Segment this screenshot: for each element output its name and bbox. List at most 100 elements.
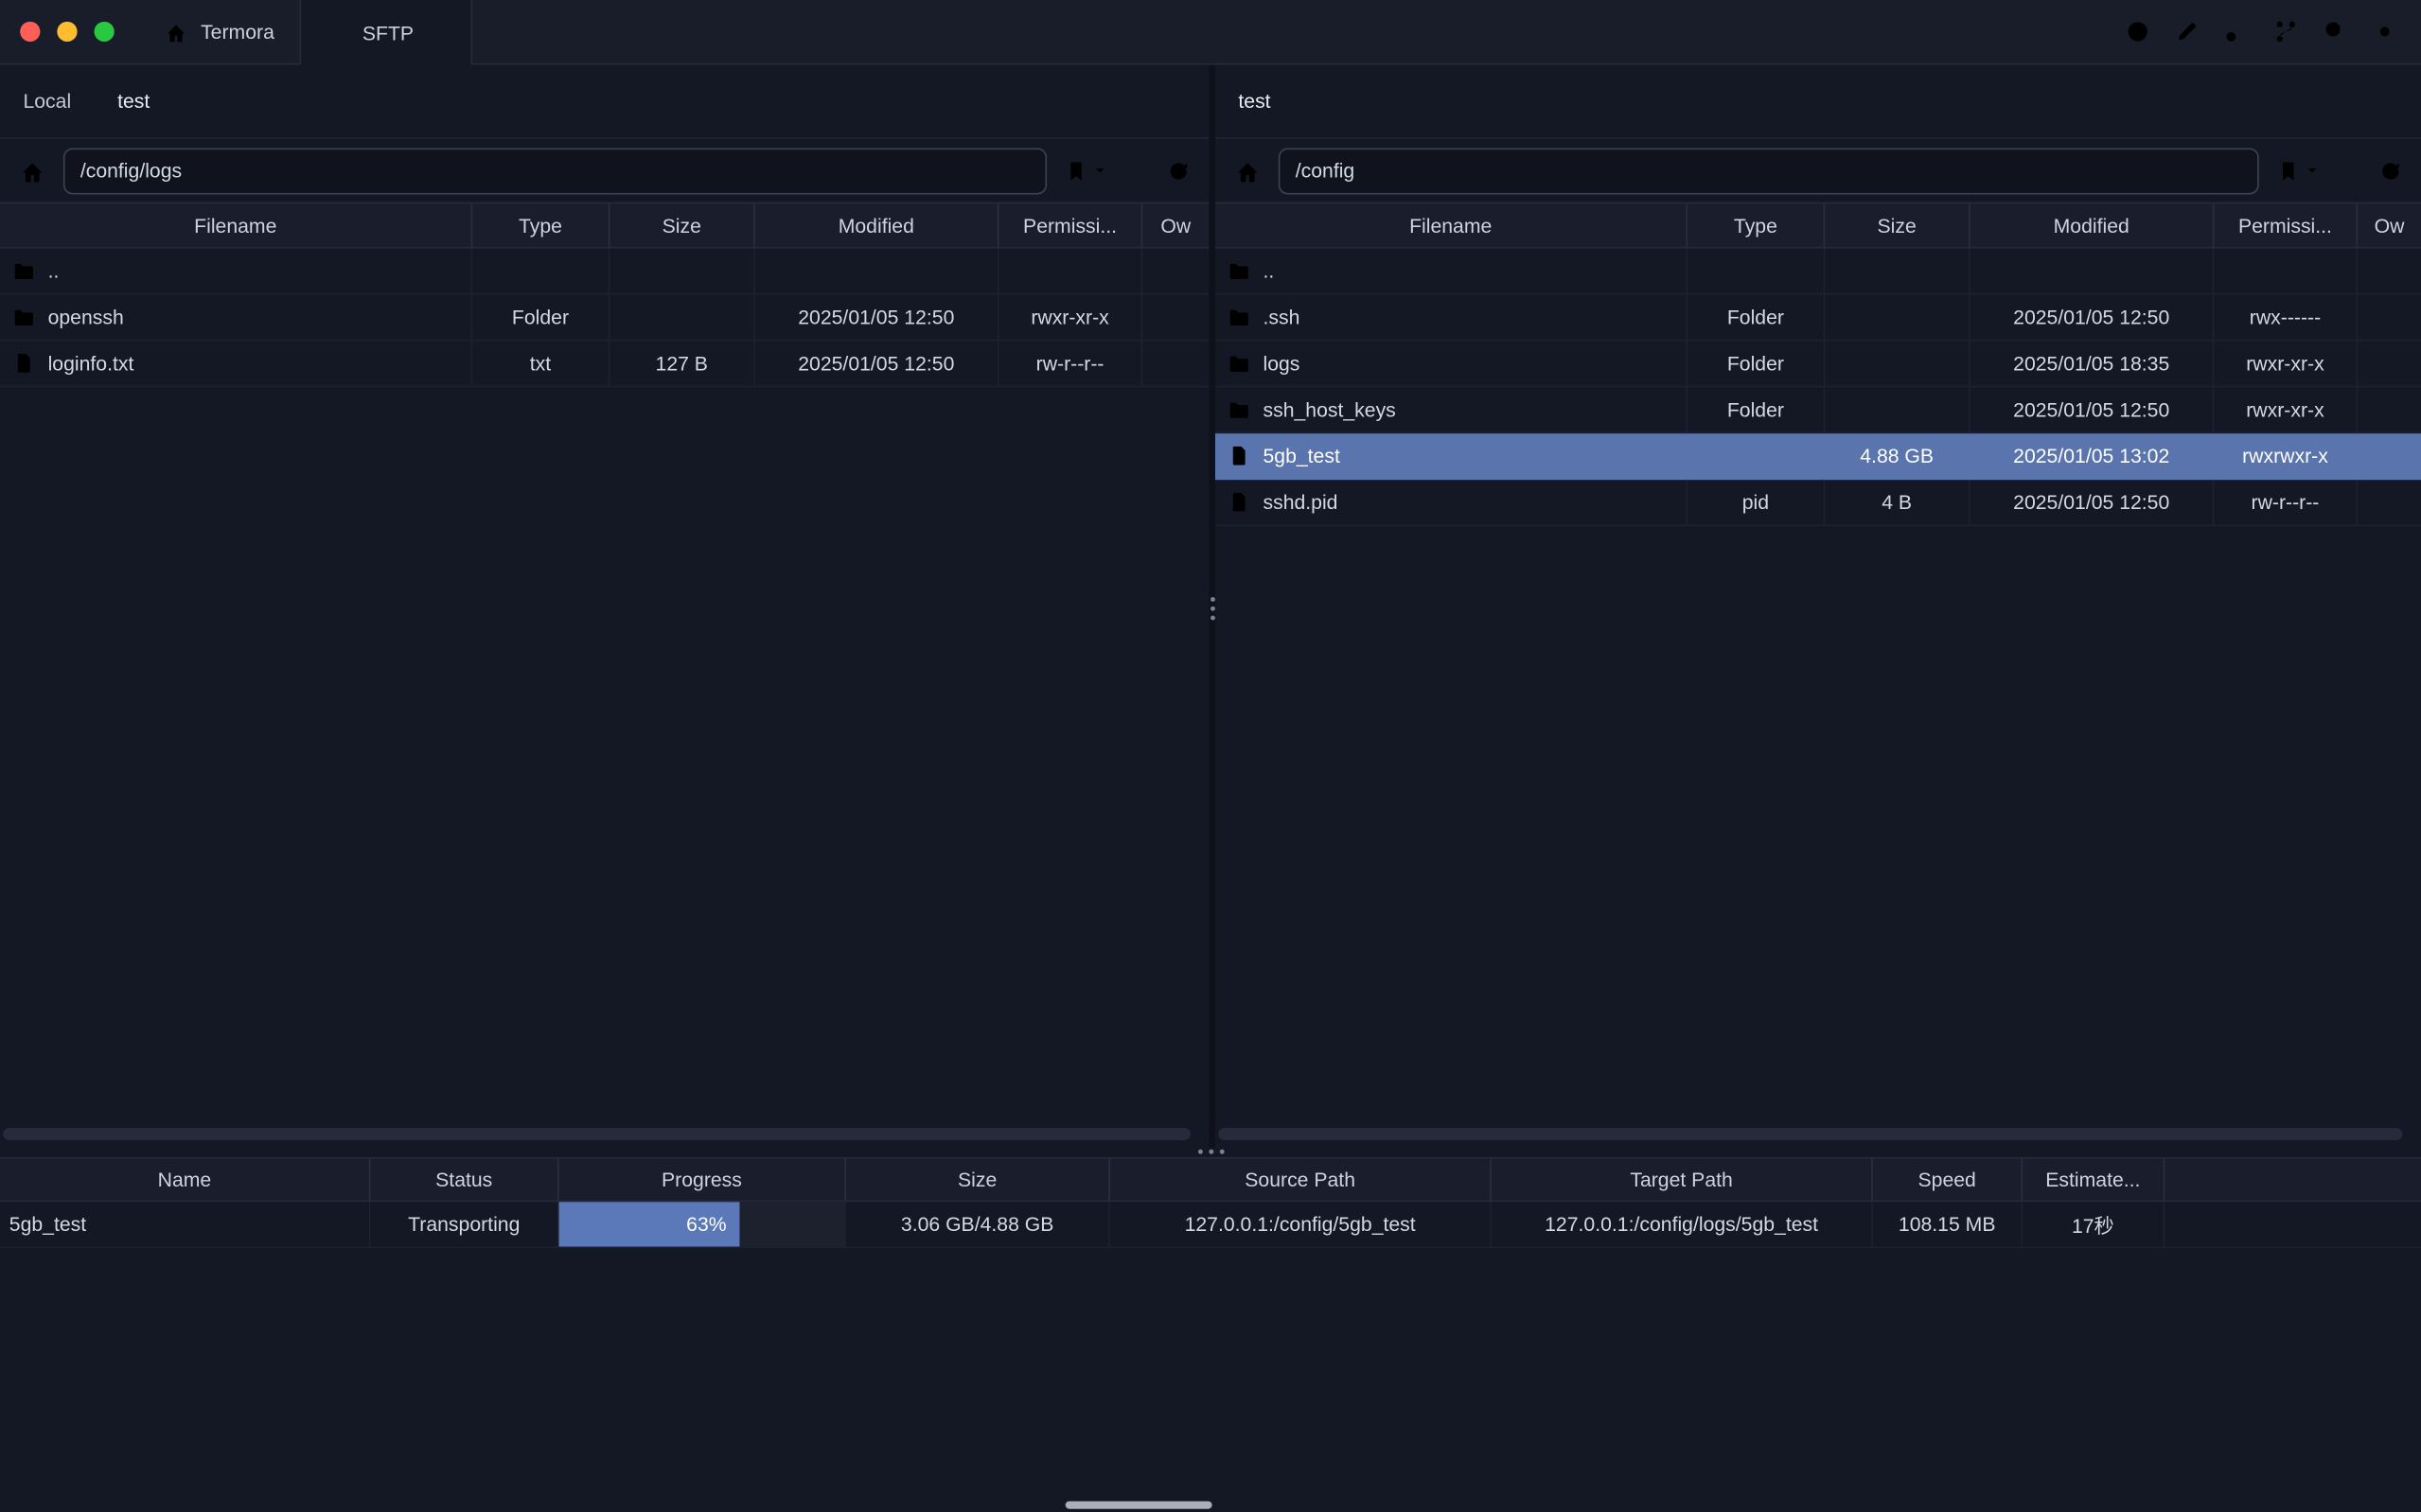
record-button[interactable] <box>2125 19 2151 45</box>
transfer-panel-splitter-handle[interactable] <box>0 1145 2421 1157</box>
right-home-button[interactable] <box>1233 157 1261 185</box>
column-header-owner[interactable]: Ow <box>1142 203 1209 247</box>
progress-label: 63% <box>686 1213 726 1236</box>
left-table-header: Filename Type Size Modified Permissi... … <box>0 202 1209 249</box>
right-horizontal-scrollbar[interactable] <box>1218 1128 2402 1140</box>
left-bookmark-button[interactable] <box>1064 158 1107 183</box>
table-row[interactable]: openssh Folder 2025/01/05 12:50 rwxr-xr-… <box>0 294 1209 341</box>
column-header-type[interactable]: Type <box>472 203 610 247</box>
keys-button[interactable] <box>2223 19 2250 45</box>
filename: ssh_host_keys <box>1263 398 1395 421</box>
folder-icon <box>1228 398 1250 421</box>
progress-fill: 63% <box>559 1202 739 1246</box>
column-header-owner[interactable]: Ow <box>2358 203 2421 247</box>
file-icon <box>1228 445 1250 467</box>
table-row[interactable]: sshd.pid pid 4 B 2025/01/05 12:50 rw-r--… <box>1215 480 2421 526</box>
column-header-source-path[interactable]: Source Path <box>1110 1159 1492 1201</box>
left-tab-test-close-button[interactable] <box>167 93 184 110</box>
table-row[interactable]: .ssh Folder 2025/01/05 12:50 rwx------ <box>1215 294 2421 341</box>
left-home-button[interactable] <box>19 157 46 185</box>
transfer-arrows-icon <box>326 20 350 44</box>
column-header-estimate[interactable]: Estimate... <box>2023 1159 2165 1201</box>
table-row[interactable]: ssh_host_keys Folder 2025/01/05 12:50 rw… <box>1215 387 2421 433</box>
right-path-input[interactable] <box>1279 148 2259 194</box>
table-row[interactable]: loginfo.txt txt 127 B 2025/01/05 12:50 r… <box>0 341 1209 387</box>
column-header-filler <box>2165 1159 2421 1201</box>
settings-button[interactable] <box>2372 19 2398 45</box>
left-parent-dir-button[interactable] <box>1124 158 1149 183</box>
new-tab-button[interactable] <box>472 0 534 63</box>
transfer-progress-bar: 63% <box>559 1202 846 1246</box>
table-row[interactable]: .. <box>1215 249 2421 295</box>
table-row[interactable]: .. <box>0 249 1209 295</box>
close-icon <box>429 24 446 41</box>
snippets-button[interactable] <box>2272 19 2299 45</box>
plus-icon <box>229 90 251 112</box>
tab-sftp[interactable]: SFTP <box>299 0 472 64</box>
column-header-permissions[interactable]: Permissi... <box>2214 203 2358 247</box>
left-tab-test[interactable]: test <box>95 64 207 137</box>
table-row-selected[interactable]: 5gb_test 4.88 GB 2025/01/05 13:02 rwxrwx… <box>1215 433 2421 480</box>
left-pane-new-tab-button[interactable] <box>207 64 273 137</box>
transfer-horizontal-scrollbar[interactable] <box>1066 1502 1212 1509</box>
column-header-status[interactable]: Status <box>371 1159 559 1201</box>
transfer-row[interactable]: 5gb_test Transporting 63% 3.06 GB/4.88 G… <box>0 1202 2421 1248</box>
plus-icon <box>1350 90 1371 112</box>
right-bookmark-button[interactable] <box>2276 158 2320 183</box>
column-header-size[interactable]: Size <box>846 1159 1110 1201</box>
column-header-modified[interactable]: Modified <box>755 203 999 247</box>
search-button[interactable] <box>2323 19 2349 45</box>
left-tab-test-label: test <box>117 90 150 113</box>
pane-splitter-handle[interactable] <box>1201 587 1223 630</box>
column-header-filename[interactable]: Filename <box>1215 203 1688 247</box>
column-header-type[interactable]: Type <box>1688 203 1825 247</box>
column-header-name[interactable]: Name <box>0 1159 371 1201</box>
record-icon <box>2125 19 2151 45</box>
column-header-progress[interactable]: Progress <box>559 1159 846 1201</box>
left-tab-local[interactable]: Local <box>0 64 95 137</box>
transfer-size: 3.06 GB/4.88 GB <box>846 1202 1110 1246</box>
window-minimize-button[interactable] <box>57 22 77 42</box>
right-parent-dir-button[interactable] <box>2336 158 2360 183</box>
window-close-button[interactable] <box>20 22 40 42</box>
column-header-size[interactable]: Size <box>1825 203 1970 247</box>
table-row[interactable]: logs Folder 2025/01/05 18:35 rwxr-xr-x <box>1215 341 2421 387</box>
tab-termora[interactable]: Termora <box>139 0 299 63</box>
git-branch-icon <box>2272 19 2299 45</box>
filename: sshd.pid <box>1263 491 1337 514</box>
folder-icon <box>12 306 35 328</box>
left-path-toolbar <box>0 139 1209 202</box>
tab-sftp-close-button[interactable] <box>429 24 446 41</box>
column-header-target-path[interactable]: Target Path <box>1492 1159 1873 1201</box>
left-file-table: Filename Type Size Modified Permissi... … <box>0 202 1209 1149</box>
left-path-input[interactable] <box>63 148 1047 194</box>
right-pane-new-tab-button[interactable] <box>1328 64 1393 137</box>
right-tab-test[interactable]: test <box>1215 64 1328 137</box>
tab-termora-label: Termora <box>201 20 274 43</box>
arrow-up-icon <box>1124 158 1149 183</box>
home-icon <box>1233 157 1261 185</box>
edit-button[interactable] <box>2174 19 2200 45</box>
column-header-filename[interactable]: Filename <box>0 203 472 247</box>
transfer-target-path: 127.0.0.1:/config/logs/5gb_test <box>1492 1202 1873 1246</box>
gear-icon <box>2372 19 2398 45</box>
tab-sftp-label: SFTP <box>362 21 414 44</box>
window-controls <box>0 0 139 63</box>
column-header-permissions[interactable]: Permissi... <box>999 203 1143 247</box>
left-pane-tabs: Local test <box>0 64 1209 138</box>
right-refresh-button[interactable] <box>2377 158 2402 183</box>
folder-icon <box>1228 352 1250 375</box>
right-table-header: Filename Type Size Modified Permissi... … <box>1215 202 2421 249</box>
key-icon <box>2223 19 2250 45</box>
window-zoom-button[interactable] <box>95 22 115 42</box>
column-header-speed[interactable]: Speed <box>1873 1159 2023 1201</box>
filename: .. <box>48 259 60 282</box>
right-file-table: Filename Type Size Modified Permissi... … <box>1215 202 2421 1149</box>
folder-icon <box>1228 306 1250 328</box>
left-tab-local-label: Local <box>23 90 71 113</box>
right-tab-test-close-button[interactable] <box>1288 93 1305 110</box>
left-refresh-button[interactable] <box>1166 158 1191 183</box>
column-header-modified[interactable]: Modified <box>1970 203 2215 247</box>
column-header-size[interactable]: Size <box>610 203 754 247</box>
left-horizontal-scrollbar[interactable] <box>3 1128 1191 1140</box>
